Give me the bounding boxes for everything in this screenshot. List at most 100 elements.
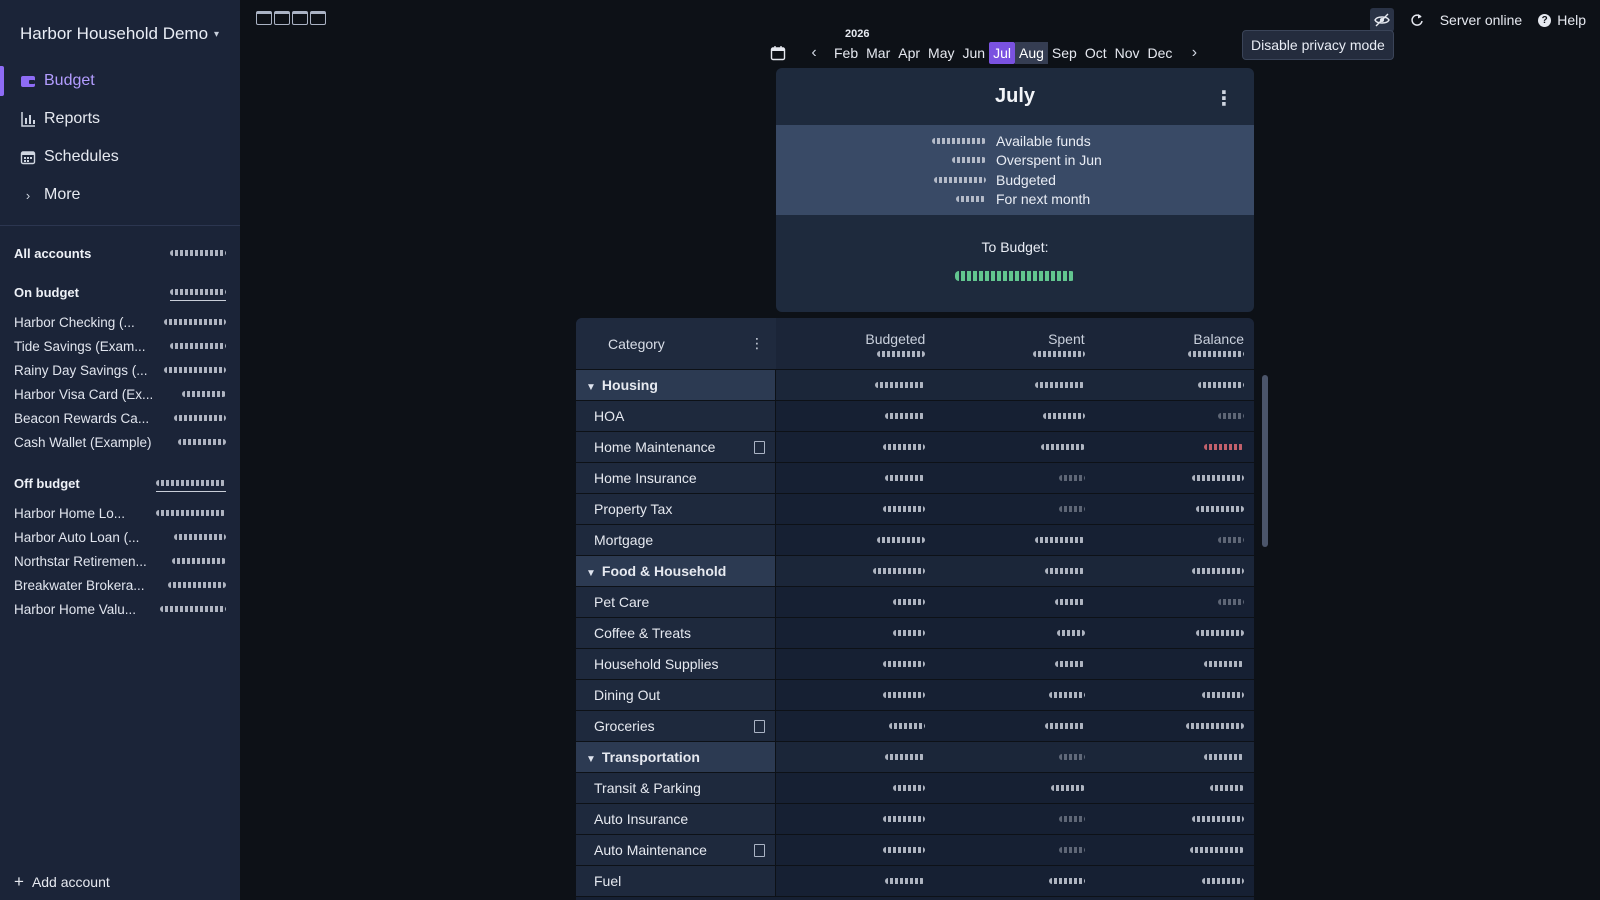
note-icon[interactable] (754, 440, 765, 454)
balance-cell[interactable] (1095, 866, 1254, 896)
category-row[interactable]: Pet Care (576, 587, 1254, 618)
budgeted-cell[interactable] (776, 680, 935, 710)
spent-cell[interactable] (935, 742, 1094, 772)
month-oct[interactable]: Oct (1081, 42, 1111, 64)
calendar-icon[interactable] (256, 11, 272, 25)
balance-cell[interactable] (1095, 804, 1254, 834)
add-account-button[interactable]: + Add account (14, 872, 110, 892)
category-cell[interactable]: Groceries (576, 711, 776, 741)
calendar-icon[interactable] (274, 11, 290, 25)
category-row[interactable]: Home Maintenance (576, 432, 1254, 463)
account-row[interactable]: Beacon Rewards Ca... (0, 406, 240, 430)
account-row[interactable]: Cash Wallet (Example) (0, 430, 240, 454)
category-cell[interactable]: Coffee & Treats (576, 618, 776, 648)
spent-cell[interactable] (935, 804, 1094, 834)
budgeted-cell[interactable] (776, 587, 935, 617)
balance-cell[interactable] (1095, 401, 1254, 431)
spent-cell[interactable] (935, 649, 1094, 679)
budgeted-cell[interactable] (776, 618, 935, 648)
spent-cell[interactable] (935, 432, 1094, 462)
category-group-row[interactable]: ▼ Food & Household (576, 556, 1254, 587)
nav-more[interactable]: › More (0, 176, 240, 214)
account-row[interactable]: Harbor Auto Loan (... (0, 525, 240, 549)
spent-cell[interactable] (935, 773, 1094, 803)
budgeted-cell[interactable] (776, 742, 935, 772)
category-row[interactable]: Home Insurance (576, 463, 1254, 494)
note-icon[interactable] (754, 843, 765, 857)
budgeted-cell[interactable] (776, 835, 935, 865)
kebab-menu-icon[interactable]: ⋮ (1214, 86, 1234, 111)
budgeted-cell[interactable] (776, 463, 935, 493)
collapse-caret-icon[interactable]: ▼ (586, 754, 596, 765)
prev-month-chevron-icon[interactable]: ‹ (804, 44, 824, 62)
spent-cell[interactable] (935, 525, 1094, 555)
category-cell[interactable]: Fuel (576, 866, 776, 896)
calendar-icon[interactable] (770, 45, 786, 61)
next-month-chevron-icon[interactable]: › (1184, 44, 1204, 62)
server-status[interactable]: Server online (1440, 12, 1523, 28)
account-row[interactable]: Northstar Retiremen... (0, 549, 240, 573)
category-cell[interactable]: Auto Insurance (576, 804, 776, 834)
category-cell[interactable]: Property Tax (576, 494, 776, 524)
collapse-caret-icon[interactable]: ▼ (586, 382, 596, 393)
account-row[interactable]: Rainy Day Savings (... (0, 358, 240, 382)
spent-cell[interactable] (935, 618, 1094, 648)
month-jul[interactable]: Jul (989, 42, 1015, 64)
category-row[interactable]: Auto Insurance (576, 804, 1254, 835)
budgeted-cell[interactable] (776, 773, 935, 803)
spent-cell[interactable] (935, 494, 1094, 524)
category-cell[interactable]: ▼ Housing (576, 370, 776, 400)
category-cell[interactable]: ▼ Transportation (576, 742, 776, 772)
account-row[interactable]: Harbor Home Lo... (0, 501, 240, 525)
collapse-caret-icon[interactable]: ▼ (586, 568, 596, 579)
budgeted-cell[interactable] (776, 525, 935, 555)
spent-cell[interactable] (935, 680, 1094, 710)
account-row[interactable]: Harbor Home Valu... (0, 597, 240, 621)
category-cell[interactable]: ▼ Food & Household (576, 556, 776, 586)
month-may[interactable]: May (924, 42, 958, 64)
category-row[interactable]: Auto Maintenance (576, 835, 1254, 866)
budgeted-cell[interactable] (776, 432, 935, 462)
balance-cell[interactable] (1095, 711, 1254, 741)
spent-cell[interactable] (935, 587, 1094, 617)
month-feb[interactable]: Feb (830, 42, 862, 64)
nav-budget[interactable]: Budget (0, 62, 240, 100)
note-icon[interactable] (754, 719, 765, 733)
category-row[interactable]: Groceries (576, 711, 1254, 742)
category-cell[interactable]: HOA (576, 401, 776, 431)
category-row[interactable]: HOA (576, 401, 1254, 432)
off-budget-header[interactable]: Off budget (0, 471, 240, 495)
balance-cell[interactable] (1095, 835, 1254, 865)
category-cell[interactable]: Home Insurance (576, 463, 776, 493)
kebab-menu-icon[interactable]: ⋮ (750, 335, 764, 352)
month-mar[interactable]: Mar (862, 42, 894, 64)
month-apr[interactable]: Apr (894, 42, 924, 64)
category-row[interactable]: Dining Out (576, 680, 1254, 711)
category-row[interactable]: Coffee & Treats (576, 618, 1254, 649)
month-sep[interactable]: Sep (1048, 42, 1081, 64)
balance-cell[interactable] (1095, 494, 1254, 524)
nav-schedules[interactable]: Schedules (0, 138, 240, 176)
category-cell[interactable]: Household Supplies (576, 649, 776, 679)
month-nov[interactable]: Nov (1111, 42, 1144, 64)
spent-cell[interactable] (935, 463, 1094, 493)
month-jun[interactable]: Jun (959, 42, 990, 64)
budgeted-cell[interactable] (776, 711, 935, 741)
month-aug[interactable]: Aug (1014, 42, 1048, 64)
spent-cell[interactable] (935, 370, 1094, 400)
budget-switcher[interactable]: Harbor Household Demo ▾ (20, 24, 219, 44)
budgeted-cell[interactable] (776, 866, 935, 896)
spent-cell[interactable] (935, 866, 1094, 896)
budgeted-cell[interactable] (776, 494, 935, 524)
balance-cell[interactable] (1095, 649, 1254, 679)
sync-button[interactable] (1410, 13, 1424, 27)
on-budget-header[interactable]: On budget (0, 280, 240, 304)
category-row[interactable]: Household Supplies (576, 649, 1254, 680)
category-cell[interactable]: Home Maintenance (576, 432, 776, 462)
budgeted-cell[interactable] (776, 556, 935, 586)
account-row[interactable]: Harbor Checking (... (0, 310, 240, 334)
category-group-row[interactable]: ▼ Housing (576, 370, 1254, 401)
month-dec[interactable]: Dec (1144, 42, 1177, 64)
category-group-row[interactable]: ▼ Transportation (576, 742, 1254, 773)
all-accounts-link[interactable]: All accounts (0, 241, 240, 265)
